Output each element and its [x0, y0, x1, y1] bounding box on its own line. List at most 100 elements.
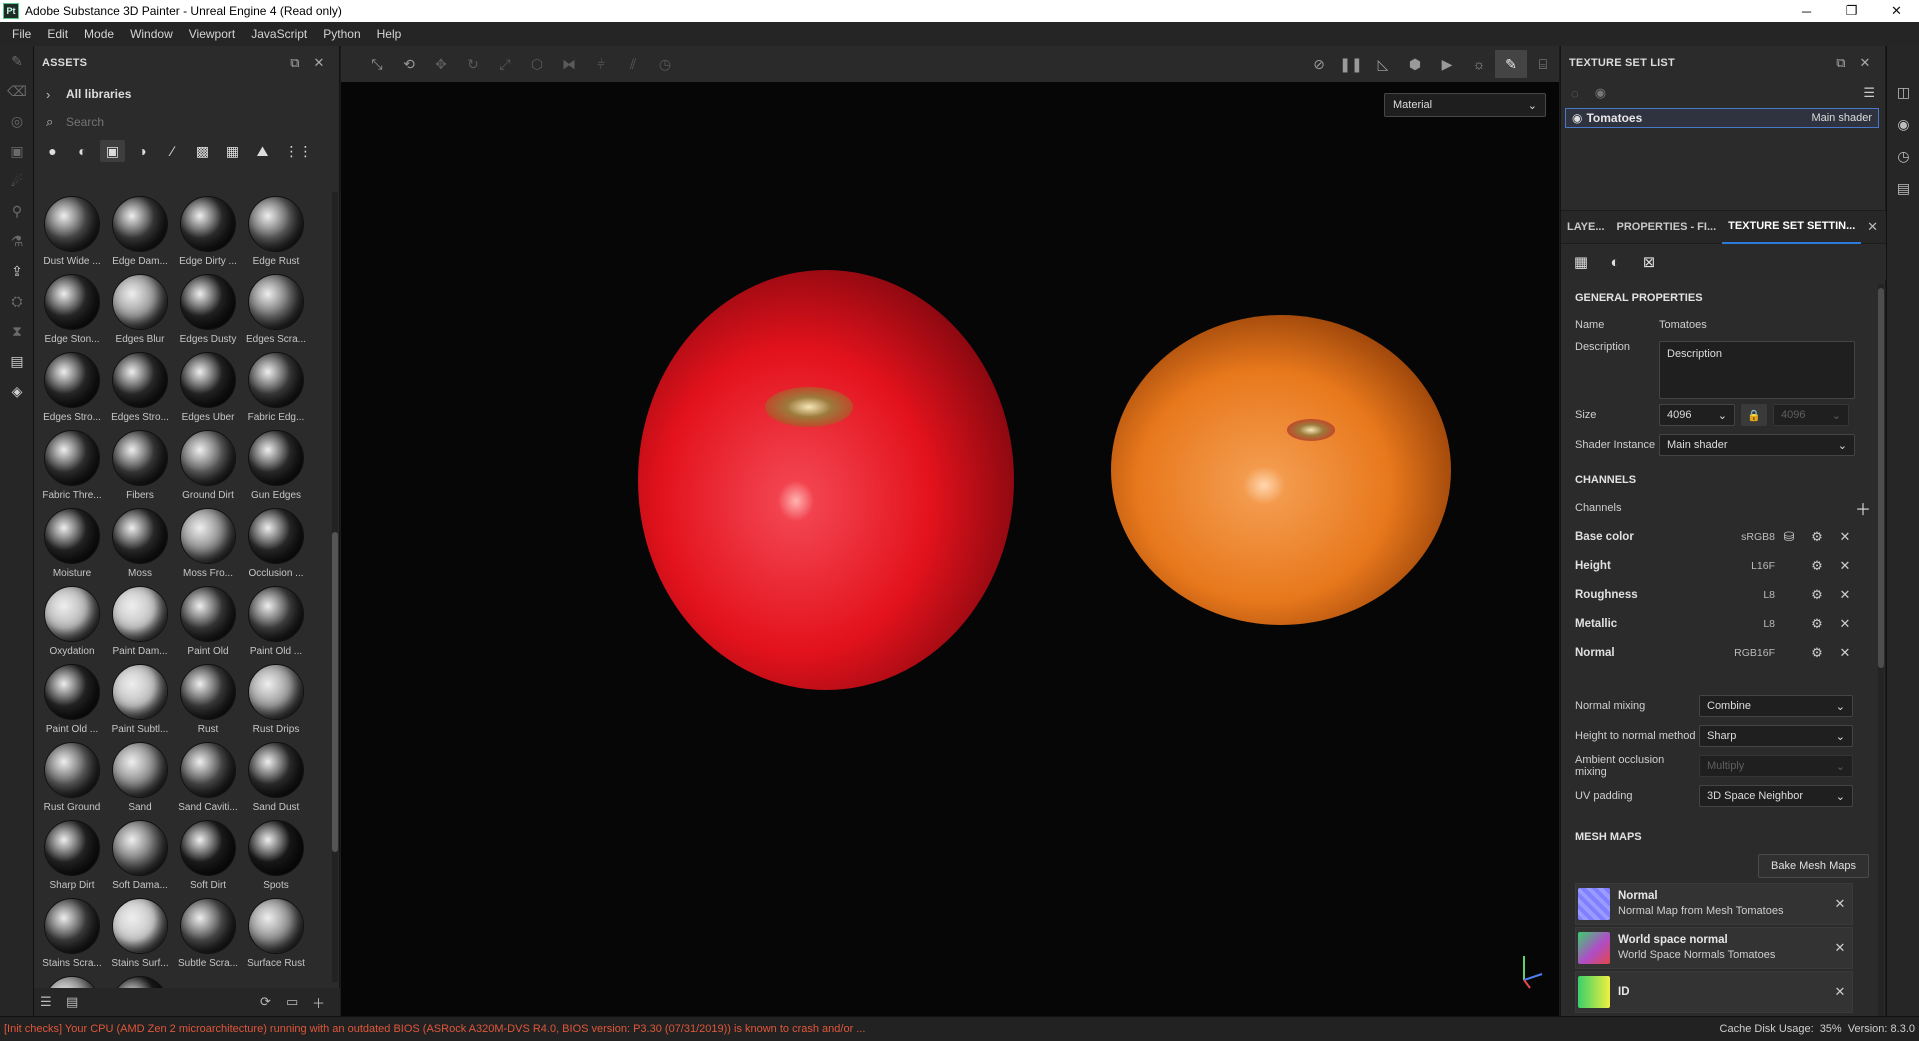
- assets-panel-icon[interactable]: ⇪: [0, 256, 34, 286]
- menu-mode[interactable]: Mode: [76, 27, 122, 41]
- smudge-tool-icon[interactable]: ☄: [0, 166, 34, 196]
- remove-icon[interactable]: ✕: [1831, 616, 1859, 632]
- asset-tile[interactable]: Stains Scra...: [38, 898, 106, 976]
- float-panel-icon[interactable]: ⧉: [1829, 55, 1853, 71]
- hide-icon[interactable]: ⊘: [1303, 56, 1335, 73]
- asset-tile[interactable]: Rust Drips: [242, 664, 310, 742]
- size-dropdown[interactable]: 4096 ⌄: [1659, 404, 1735, 426]
- minimize-button[interactable]: ─: [1784, 0, 1829, 22]
- menu-icon[interactable]: ☰: [1863, 85, 1875, 101]
- channel-format[interactable]: L16F: [1695, 560, 1775, 572]
- list-view-icon[interactable]: ▤: [66, 994, 92, 1010]
- clone-tool-icon[interactable]: ⚲: [0, 196, 34, 226]
- measure-tool-icon[interactable]: ⧗: [0, 316, 34, 346]
- remove-icon[interactable]: ✕: [1828, 896, 1852, 912]
- scale-icon[interactable]: ⤢: [489, 56, 521, 73]
- libraries-row[interactable]: › All libraries: [34, 80, 339, 108]
- tab-properties[interactable]: PROPERTIES - FI...: [1611, 210, 1723, 244]
- asset-tile[interactable]: Edges Stro...: [38, 352, 106, 430]
- smart-material-filter-icon[interactable]: ◐: [70, 140, 95, 162]
- close-panel-icon[interactable]: ✕: [1853, 55, 1877, 71]
- asset-tile[interactable]: Edges Scra...: [242, 274, 310, 352]
- asset-tile[interactable]: Rust Ground: [38, 742, 106, 820]
- search-row[interactable]: ⌕: [34, 108, 339, 136]
- lighting-icon[interactable]: ☼: [1463, 56, 1495, 72]
- move-icon[interactable]: ✥: [425, 56, 457, 73]
- cube-icon[interactable]: ⬡: [521, 56, 553, 73]
- gear-icon[interactable]: ⚙: [1803, 616, 1831, 632]
- menu-edit[interactable]: Edit: [39, 27, 76, 41]
- asset-tile[interactable]: Gun Edges: [242, 430, 310, 508]
- eye-icon[interactable]: ◉: [1595, 85, 1606, 101]
- texture-filter-icon[interactable]: ▦: [220, 140, 245, 162]
- remove-icon[interactable]: ✕: [1828, 984, 1852, 1000]
- close-window-button[interactable]: ✕: [1874, 0, 1919, 22]
- folder-icon[interactable]: ▭: [286, 994, 312, 1010]
- asset-tile[interactable]: Moss: [106, 508, 174, 586]
- tab-texture-set-settings[interactable]: TEXTURE SET SETTIN...: [1722, 210, 1862, 244]
- asset-tile[interactable]: Sand Caviti...: [174, 742, 242, 820]
- camera-icon[interactable]: ▶: [1431, 56, 1463, 73]
- uv-icon[interactable]: ⊠: [1637, 250, 1661, 274]
- asset-tile[interactable]: Ground Dirt: [174, 430, 242, 508]
- asset-tile[interactable]: Edges Stro...: [106, 352, 174, 430]
- material-mode-dropdown[interactable]: Material ⌄: [1384, 93, 1546, 117]
- menu-viewport[interactable]: Viewport: [181, 27, 243, 41]
- asset-tile[interactable]: Paint Old ...: [242, 586, 310, 664]
- sort-icon[interactable]: ☰: [40, 994, 66, 1010]
- mesh-map-item[interactable]: World space normal World Space Normals To…: [1575, 927, 1853, 969]
- tab-layers[interactable]: LAYE...: [1561, 210, 1611, 244]
- paint-mode-icon[interactable]: ✎: [1495, 50, 1527, 78]
- remove-icon[interactable]: ✕: [1828, 940, 1852, 956]
- asset-tile[interactable]: Moisture: [38, 508, 106, 586]
- remove-icon[interactable]: ✕: [1831, 558, 1859, 574]
- channel-format[interactable]: RGB16F: [1695, 647, 1775, 659]
- channel-format[interactable]: L8: [1695, 618, 1775, 630]
- asset-tile[interactable]: Edge Dam...: [106, 196, 174, 274]
- material-filter-icon[interactable]: ●: [40, 140, 65, 162]
- viewport-3d[interactable]: [341, 82, 1559, 1016]
- texture-set-shader[interactable]: Main shader: [1811, 112, 1872, 124]
- texture-set-settings-icon[interactable]: ▦: [1569, 250, 1593, 274]
- remove-icon[interactable]: ✕: [1831, 645, 1859, 661]
- menu-python[interactable]: Python: [315, 27, 368, 41]
- projection-tool-icon[interactable]: ◎: [0, 106, 34, 136]
- asset-tile[interactable]: Dust Wide ...: [38, 196, 106, 274]
- screenshot-icon[interactable]: ⌸: [1527, 56, 1559, 73]
- shader-settings-icon[interactable]: ◈: [0, 376, 34, 406]
- mesh-map-item[interactable]: Normal Normal Map from Mesh Tomatoes ✕: [1575, 883, 1853, 925]
- asset-tile[interactable]: Edge Dirty ...: [174, 196, 242, 274]
- refresh-icon[interactable]: ⟳: [260, 994, 286, 1010]
- bake-mesh-maps-button[interactable]: Bake Mesh Maps: [1758, 854, 1869, 878]
- shader-icon[interactable]: ◐: [1603, 250, 1627, 274]
- texture-set-item[interactable]: ◉ Tomatoes Main shader: [1565, 108, 1879, 128]
- add-asset-icon[interactable]: ＋: [312, 993, 334, 1012]
- paint-brush-tool-icon[interactable]: ✎: [0, 46, 34, 76]
- asset-tile[interactable]: Sand: [106, 742, 174, 820]
- asset-scrollbar[interactable]: [332, 192, 338, 982]
- filter-filter-icon[interactable]: ◑: [130, 140, 155, 162]
- asset-tile[interactable]: Edge Rust: [242, 196, 310, 274]
- log-icon[interactable]: ▤: [1887, 172, 1919, 204]
- asset-tile[interactable]: Edges Uber: [174, 352, 242, 430]
- grid-view-icon[interactable]: ⋮⋮: [285, 140, 313, 162]
- asset-tile[interactable]: Paint Old: [174, 586, 242, 664]
- hide-icon[interactable]: ◌: [1571, 86, 1579, 101]
- snap-icon[interactable]: ⫽: [617, 56, 649, 73]
- name-value[interactable]: Tomatoes: [1659, 319, 1707, 331]
- pause-icon[interactable]: ❚❚: [1335, 56, 1367, 73]
- history-icon[interactable]: ◷: [1887, 140, 1919, 172]
- close-panel-icon[interactable]: ✕: [307, 55, 331, 71]
- gear-icon[interactable]: ⚙: [1803, 529, 1831, 545]
- height-normal-dropdown[interactable]: Sharp ⌄: [1699, 725, 1853, 747]
- history-icon[interactable]: ◷: [649, 56, 681, 73]
- status-warning[interactable]: [Init checks] Your CPU (AMD Zen 2 microa…: [4, 1023, 1706, 1035]
- lock-icon[interactable]: 🔒: [1741, 404, 1767, 426]
- remove-icon[interactable]: ✕: [1831, 587, 1859, 603]
- smart-mask-filter-icon[interactable]: ▣: [100, 140, 125, 162]
- eraser-tool-icon[interactable]: ⌫: [0, 76, 34, 106]
- menu-window[interactable]: Window: [122, 27, 181, 41]
- settings-scrollbar[interactable]: [1878, 284, 1884, 1016]
- description-field[interactable]: Description: [1659, 341, 1855, 399]
- asset-tile[interactable]: Stains Surf...: [106, 898, 174, 976]
